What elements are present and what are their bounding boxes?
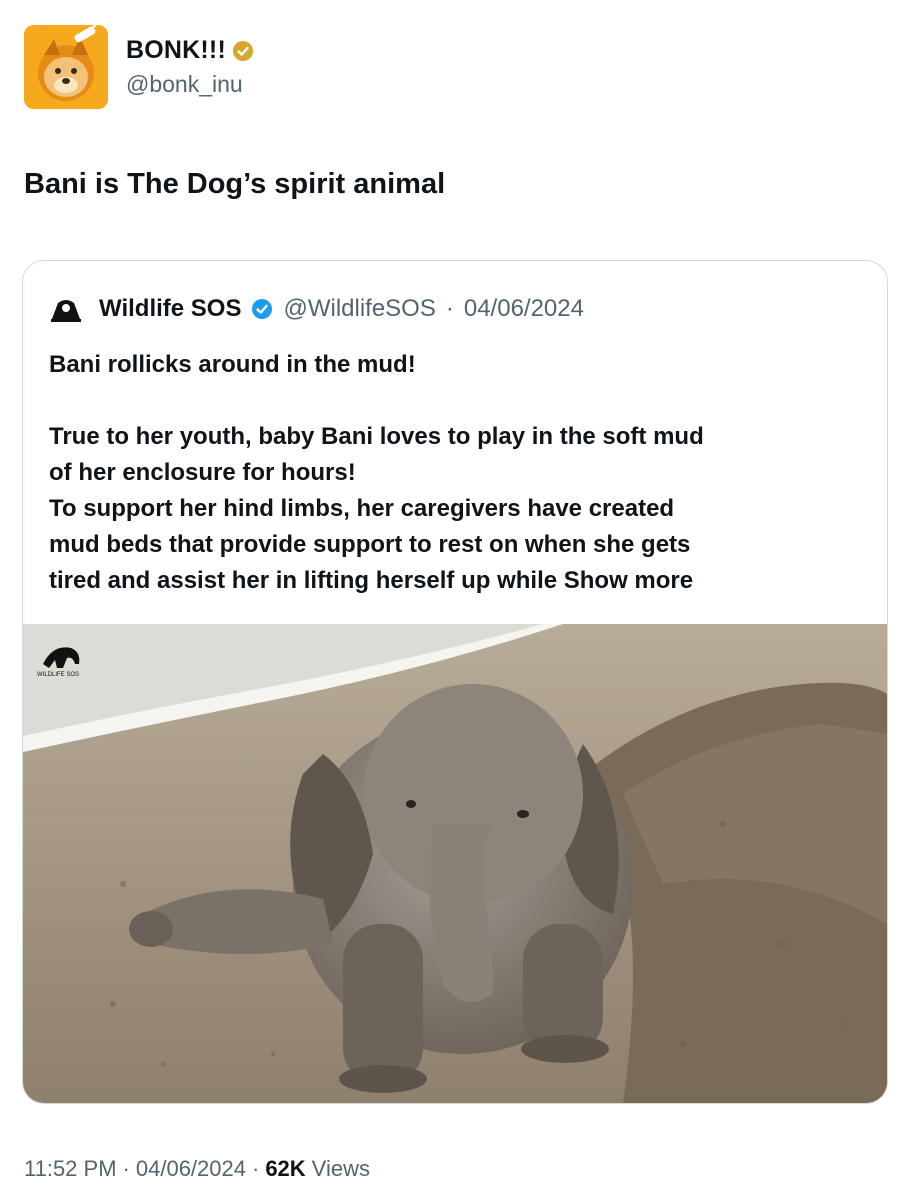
author-display-name[interactable]: BONK!!! bbox=[126, 36, 226, 65]
author-avatar[interactable] bbox=[24, 25, 108, 109]
bonk-dog-avatar-icon bbox=[24, 25, 108, 109]
author-name-row: BONK!!! bbox=[126, 36, 254, 65]
quoted-line: tired and assist her in lifting herself … bbox=[49, 567, 558, 594]
quoted-separator: · bbox=[445, 295, 454, 322]
quoted-line: Bani rollicks around in the mud! bbox=[49, 351, 416, 378]
tweet-text: Bani is The Dog’s spirit animal bbox=[24, 168, 446, 200]
views-label: Views bbox=[311, 1156, 370, 1181]
quoted-line: of her enclosure for hours! bbox=[49, 459, 356, 486]
quoted-text: Bani rollicks around in the mud! True to… bbox=[49, 347, 879, 599]
footer-separator: · bbox=[122, 1156, 130, 1181]
post-time[interactable]: 11:52 PM bbox=[24, 1156, 117, 1182]
baby-elephant-photo[interactable]: WILDLIFE SOS bbox=[23, 624, 887, 1103]
verified-badge-icon bbox=[232, 40, 253, 61]
post-date[interactable]: 04/06/2024 bbox=[136, 1156, 246, 1182]
show-more-link[interactable]: Show more bbox=[564, 567, 693, 594]
tweet-header: BONK!!! @bonk_inu bbox=[24, 24, 254, 110]
author-handle[interactable]: @bonk_inu bbox=[126, 71, 254, 98]
verified-badge-icon bbox=[252, 299, 273, 319]
quoted-line: True to her youth, baby Bani loves to pl… bbox=[49, 423, 704, 450]
quoted-line: To support her hind limbs, her caregiver… bbox=[49, 495, 675, 522]
views-count[interactable]: 62K bbox=[265, 1156, 305, 1182]
footer-separator: · bbox=[251, 1156, 260, 1181]
wildlife-sos-logo-icon bbox=[51, 300, 81, 322]
image-watermark-text: WILDLIFE SOS bbox=[37, 672, 79, 678]
quoted-header: Wildlife SOS @WildlifeSOS · 04/06/2024 bbox=[49, 295, 584, 323]
quoted-line-last: tired and assist her in lifting herself … bbox=[49, 563, 879, 599]
author-names: BONK!!! @bonk_inu bbox=[126, 36, 254, 98]
quoted-display-name[interactable]: Wildlife SOS bbox=[99, 295, 241, 323]
quoted-handle[interactable]: @WildlifeSOS bbox=[283, 295, 435, 323]
quoted-tweet-card[interactable]: Wildlife SOS @WildlifeSOS · 04/06/2024 B… bbox=[22, 260, 888, 1104]
quoted-line: mud beds that provide support to rest on… bbox=[49, 531, 691, 558]
tweet-footer: 11:52 PM · 04/06/2024 · 62K Views bbox=[24, 1156, 370, 1182]
quoted-date[interactable]: 04/06/2024 bbox=[464, 295, 584, 323]
